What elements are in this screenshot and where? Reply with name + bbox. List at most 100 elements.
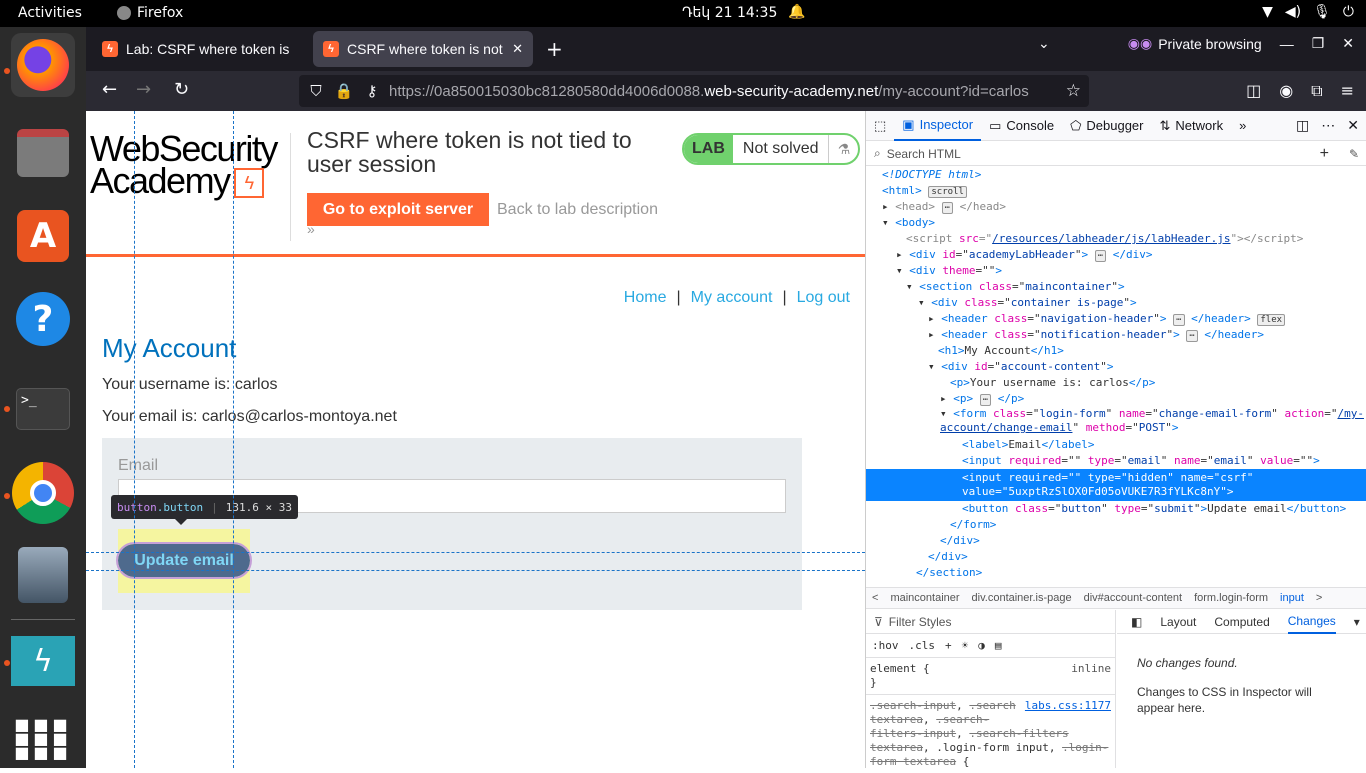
- breadcrumb-next-icon[interactable]: >: [1316, 592, 1322, 604]
- css-rule[interactable]: labs.css:1177 .search-input, .search tex…: [866, 695, 1115, 773]
- dock-terminal[interactable]: >_: [11, 377, 75, 441]
- tree-row[interactable]: <button class="button" type="submit">Upd…: [866, 501, 1366, 517]
- dock-side-icon[interactable]: ◫: [1296, 117, 1309, 134]
- dock-files[interactable]: [11, 121, 75, 185]
- tree-row[interactable]: ▸ <head> ⋯ </head>: [866, 199, 1366, 215]
- system-tray[interactable]: ▼ ◀) 🎙 ⏻: [1262, 4, 1354, 20]
- breadcrumb-item[interactable]: div.container.is-page: [972, 592, 1072, 604]
- add-rule-icon[interactable]: +: [945, 639, 952, 652]
- tab-exploit[interactable]: ϟ CSRF where token is not ✕: [313, 31, 533, 67]
- tree-row[interactable]: </section>: [866, 565, 1366, 581]
- classes-toggle[interactable]: .cls: [909, 639, 936, 652]
- breadcrumb-prev-icon[interactable]: <: [872, 592, 878, 604]
- shield-icon[interactable]: ⛉: [305, 83, 327, 100]
- tab-changes[interactable]: Changes: [1287, 610, 1336, 634]
- activities-button[interactable]: Activities: [18, 5, 82, 21]
- tree-row[interactable]: <script src="/resources/labheader/js/lab…: [866, 231, 1366, 247]
- maximize-icon[interactable]: ❐: [1312, 35, 1325, 52]
- clock[interactable]: Դեկ 21 14:35: [682, 5, 777, 21]
- update-email-button[interactable]: Update email: [116, 542, 252, 579]
- tree-row[interactable]: ▾ <div theme="">: [866, 263, 1366, 279]
- lock-icon[interactable]: 🔒: [333, 82, 355, 100]
- tree-row[interactable]: <input required="" type="email" name="em…: [866, 453, 1366, 469]
- minimize-icon[interactable]: —: [1280, 36, 1294, 52]
- tree-row[interactable]: </form>: [866, 517, 1366, 533]
- breadcrumb-item[interactable]: maincontainer: [890, 592, 959, 604]
- tree-row[interactable]: ▾ <body>: [866, 215, 1366, 231]
- print-media-icon[interactable]: ▤: [995, 639, 1002, 652]
- tab-inspector[interactable]: ▣ Inspector: [894, 111, 982, 141]
- breadcrumb-item[interactable]: form.login-form: [1194, 592, 1268, 604]
- tree-row[interactable]: ▾ <form class="login-form" name="change-…: [866, 407, 1366, 437]
- html-search[interactable]: ⌕ Search HTML + ✎: [866, 142, 1366, 166]
- add-node-icon[interactable]: +: [1320, 145, 1329, 163]
- element-rule[interactable]: element { inline}: [866, 658, 1115, 695]
- dark-theme-icon[interactable]: ◑: [978, 639, 985, 652]
- show-apps-button[interactable]: ■■■ ■■■ ■■■: [11, 707, 75, 771]
- app-menu[interactable]: Firefox: [117, 5, 183, 21]
- more-options-icon[interactable]: ⋯: [1321, 117, 1335, 134]
- exploit-server-button[interactable]: Go to exploit server: [307, 193, 489, 226]
- web-security-academy-logo[interactable]: WebSecurity Academy ϟ: [90, 131, 278, 199]
- breadcrumb-item[interactable]: input: [1280, 592, 1304, 604]
- chevron-down-icon[interactable]: ▾: [1354, 615, 1360, 629]
- dock-help[interactable]: ?: [11, 287, 75, 351]
- more-tabs-icon[interactable]: »: [1231, 111, 1254, 141]
- close-window-icon[interactable]: ✕: [1342, 35, 1354, 52]
- tree-row[interactable]: ▸ <div id="academyLabHeader"> ⋯ </div>: [866, 247, 1366, 263]
- tab-network[interactable]: ⇅ Network: [1152, 111, 1232, 141]
- url-bar[interactable]: ⛉ 🔒 ⚷ https://0a850015030bc81280580dd400…: [299, 75, 1089, 107]
- tree-row[interactable]: ▾ <div class="container is-page">: [866, 295, 1366, 311]
- tree-row[interactable]: <!DOCTYPE html>: [866, 167, 1366, 183]
- tree-row[interactable]: <html> scroll: [866, 183, 1366, 199]
- filter-styles-input[interactable]: ⊽ Filter Styles: [866, 610, 1115, 634]
- menu-icon[interactable]: ≡: [1341, 81, 1354, 101]
- list-tabs-icon[interactable]: ⌄: [1038, 35, 1050, 52]
- tree-row[interactable]: ▸ <p> ⋯ </p>: [866, 391, 1366, 407]
- tab-computed[interactable]: Computed: [1214, 615, 1269, 629]
- log-out-link[interactable]: Log out: [797, 289, 850, 307]
- new-tab-button[interactable]: +: [546, 37, 563, 61]
- tree-row[interactable]: </div>: [866, 533, 1366, 549]
- account-icon[interactable]: ◉: [1279, 81, 1293, 101]
- hover-toggle[interactable]: :hov: [872, 639, 899, 652]
- sidebar-toggle-icon[interactable]: ◧: [1131, 615, 1142, 629]
- tab-layout[interactable]: Layout: [1160, 615, 1196, 629]
- my-account-link[interactable]: My account: [691, 289, 773, 307]
- back-arrow-icon[interactable]: ←: [102, 79, 117, 100]
- dock-software[interactable]: A: [11, 204, 75, 268]
- eyedropper-icon[interactable]: ✎: [1349, 147, 1359, 161]
- close-devtools-icon[interactable]: ✕: [1347, 117, 1359, 134]
- reload-icon[interactable]: ↻: [174, 79, 189, 100]
- markup-tree[interactable]: <!DOCTYPE html> <html> scroll ▸ <head> ⋯…: [866, 167, 1366, 587]
- breadcrumb-item[interactable]: div#account-content: [1084, 592, 1182, 604]
- tree-row[interactable]: </div>: [866, 549, 1366, 565]
- back-to-lab-link[interactable]: Back to lab description: [497, 201, 658, 219]
- pocket-icon[interactable]: ◫: [1246, 81, 1261, 101]
- tree-row[interactable]: ▾ <section class="maincontainer">: [866, 279, 1366, 295]
- dock-burp[interactable]: ϟ: [11, 629, 75, 693]
- rule-source-link[interactable]: labs.css:1177: [1025, 699, 1111, 713]
- light-theme-icon[interactable]: ☀: [962, 639, 969, 652]
- dock-chrome[interactable]: [11, 461, 75, 525]
- tree-row[interactable]: <h1>My Account</h1>: [866, 343, 1366, 359]
- home-link[interactable]: Home: [624, 289, 667, 307]
- tab-lab[interactable]: ϟ Lab: CSRF where token is: [92, 31, 300, 67]
- permissions-key-icon[interactable]: ⚷: [361, 82, 383, 100]
- tab-console[interactable]: ▭ Console: [981, 111, 1062, 141]
- tree-row[interactable]: <p>Your username is: carlos</p>: [866, 375, 1366, 391]
- tab-debugger[interactable]: ⬠ Debugger: [1062, 111, 1151, 141]
- bookmark-star-icon[interactable]: ☆: [1066, 81, 1081, 101]
- dock-virtualbox[interactable]: [11, 543, 75, 607]
- tree-row-selected[interactable]: <input required="" type="hidden" name="c…: [866, 469, 1366, 501]
- forward-arrow-icon[interactable]: →: [136, 79, 151, 100]
- tree-row[interactable]: ▸ <header class="notification-header"> ⋯…: [866, 327, 1366, 343]
- extensions-icon[interactable]: ⧉: [1311, 81, 1322, 101]
- tree-row[interactable]: <label>Email</label>: [866, 437, 1366, 453]
- bell-icon[interactable]: 🔔: [788, 4, 805, 20]
- dock-firefox[interactable]: [11, 33, 75, 97]
- tree-row[interactable]: ▾ <div id="account-content">: [866, 359, 1366, 375]
- close-tab-icon[interactable]: ✕: [512, 41, 523, 57]
- tree-row[interactable]: ▸ <header class="navigation-header"> ⋯ <…: [866, 311, 1366, 327]
- element-picker-icon[interactable]: ⬚: [866, 111, 894, 141]
